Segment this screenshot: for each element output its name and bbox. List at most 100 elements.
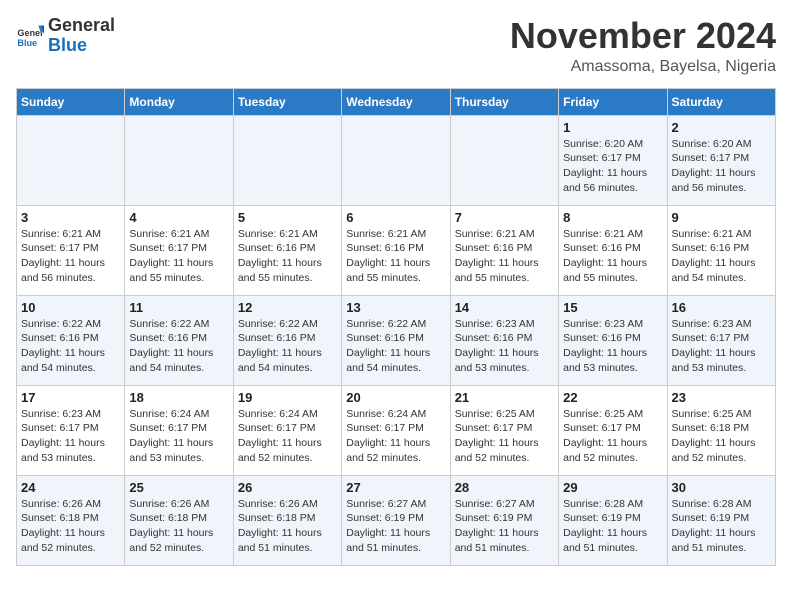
day-number: 26 [238,480,337,495]
day-info: Sunrise: 6:22 AM Sunset: 6:16 PM Dayligh… [21,317,120,376]
logo-icon: General Blue [16,22,44,50]
col-header-thursday: Thursday [450,88,558,115]
day-info: Sunrise: 6:25 AM Sunset: 6:17 PM Dayligh… [455,407,554,466]
day-info: Sunrise: 6:21 AM Sunset: 6:16 PM Dayligh… [672,227,771,286]
day-number: 19 [238,390,337,405]
col-header-tuesday: Tuesday [233,88,341,115]
calendar-table: SundayMondayTuesdayWednesdayThursdayFrid… [16,88,776,566]
calendar-cell: 9 Sunrise: 6:21 AM Sunset: 6:16 PM Daylig… [667,205,775,295]
calendar-cell: 19 Sunrise: 6:24 AM Sunset: 6:17 PM Dayli… [233,385,341,475]
calendar-cell: 7 Sunrise: 6:21 AM Sunset: 6:16 PM Daylig… [450,205,558,295]
day-info: Sunrise: 6:22 AM Sunset: 6:16 PM Dayligh… [238,317,337,376]
calendar-cell: 10 Sunrise: 6:22 AM Sunset: 6:16 PM Dayli… [17,295,125,385]
title-block: November 2024 Amassoma, Bayelsa, Nigeria [510,16,776,76]
day-number: 1 [563,120,662,135]
day-info: Sunrise: 6:21 AM Sunset: 6:17 PM Dayligh… [129,227,228,286]
calendar-cell: 25 Sunrise: 6:26 AM Sunset: 6:18 PM Dayli… [125,475,233,565]
day-info: Sunrise: 6:23 AM Sunset: 6:17 PM Dayligh… [672,317,771,376]
day-number: 22 [563,390,662,405]
day-info: Sunrise: 6:24 AM Sunset: 6:17 PM Dayligh… [346,407,445,466]
day-number: 3 [21,210,120,225]
day-number: 13 [346,300,445,315]
day-number: 8 [563,210,662,225]
calendar-cell: 6 Sunrise: 6:21 AM Sunset: 6:16 PM Daylig… [342,205,450,295]
day-number: 2 [672,120,771,135]
logo: General Blue General Blue [16,16,115,56]
calendar-cell [233,115,341,205]
day-info: Sunrise: 6:20 AM Sunset: 6:17 PM Dayligh… [672,137,771,196]
day-number: 7 [455,210,554,225]
day-number: 20 [346,390,445,405]
calendar-cell: 29 Sunrise: 6:28 AM Sunset: 6:19 PM Dayli… [559,475,667,565]
day-info: Sunrise: 6:26 AM Sunset: 6:18 PM Dayligh… [21,497,120,556]
day-info: Sunrise: 6:21 AM Sunset: 6:16 PM Dayligh… [455,227,554,286]
calendar-cell: 28Sunrise: 6:27 AM Sunset: 6:19 PM Dayli… [450,475,558,565]
day-number: 23 [672,390,771,405]
calendar-cell: 23Sunrise: 6:25 AM Sunset: 6:18 PM Dayli… [667,385,775,475]
day-number: 29 [563,480,662,495]
calendar-cell: 17 Sunrise: 6:23 AM Sunset: 6:17 PM Dayli… [17,385,125,475]
day-info: Sunrise: 6:21 AM Sunset: 6:16 PM Dayligh… [563,227,662,286]
calendar-cell: 21 Sunrise: 6:25 AM Sunset: 6:17 PM Dayli… [450,385,558,475]
day-number: 15 [563,300,662,315]
calendar-cell: 30Sunrise: 6:28 AM Sunset: 6:19 PM Dayli… [667,475,775,565]
calendar-cell: 3 Sunrise: 6:21 AM Sunset: 6:17 PM Daylig… [17,205,125,295]
day-info: Sunrise: 6:23 AM Sunset: 6:16 PM Dayligh… [455,317,554,376]
day-info: Sunrise: 6:28 AM Sunset: 6:19 PM Dayligh… [563,497,662,556]
day-info: Sunrise: 6:23 AM Sunset: 6:17 PM Dayligh… [21,407,120,466]
day-number: 10 [21,300,120,315]
day-info: Sunrise: 6:24 AM Sunset: 6:17 PM Dayligh… [238,407,337,466]
day-number: 4 [129,210,228,225]
day-number: 11 [129,300,228,315]
day-info: Sunrise: 6:25 AM Sunset: 6:17 PM Dayligh… [563,407,662,466]
calendar-cell: 2 Sunrise: 6:20 AM Sunset: 6:17 PM Daylig… [667,115,775,205]
calendar-cell [450,115,558,205]
day-number: 25 [129,480,228,495]
day-info: Sunrise: 6:22 AM Sunset: 6:16 PM Dayligh… [129,317,228,376]
calendar-cell: 15 Sunrise: 6:23 AM Sunset: 6:16 PM Dayli… [559,295,667,385]
calendar-cell: 18 Sunrise: 6:24 AM Sunset: 6:17 PM Dayli… [125,385,233,475]
calendar-week-row: 10 Sunrise: 6:22 AM Sunset: 6:16 PM Dayli… [17,295,776,385]
day-info: Sunrise: 6:22 AM Sunset: 6:16 PM Dayligh… [346,317,445,376]
page-header: General Blue General Blue November 2024 … [16,16,776,76]
calendar-cell: 12Sunrise: 6:22 AM Sunset: 6:16 PM Dayli… [233,295,341,385]
col-header-saturday: Saturday [667,88,775,115]
day-number: 24 [21,480,120,495]
calendar-cell: 16Sunrise: 6:23 AM Sunset: 6:17 PM Dayli… [667,295,775,385]
col-header-monday: Monday [125,88,233,115]
col-header-sunday: Sunday [17,88,125,115]
calendar-cell: 11 Sunrise: 6:22 AM Sunset: 6:16 PM Dayli… [125,295,233,385]
calendar-cell [342,115,450,205]
day-number: 9 [672,210,771,225]
col-header-wednesday: Wednesday [342,88,450,115]
calendar-cell: 26Sunrise: 6:26 AM Sunset: 6:18 PM Dayli… [233,475,341,565]
calendar-cell: 1Sunrise: 6:20 AM Sunset: 6:17 PM Daylig… [559,115,667,205]
day-number: 18 [129,390,228,405]
calendar-cell: 20 Sunrise: 6:24 AM Sunset: 6:17 PM Dayli… [342,385,450,475]
day-number: 21 [455,390,554,405]
day-info: Sunrise: 6:21 AM Sunset: 6:16 PM Dayligh… [346,227,445,286]
day-info: Sunrise: 6:21 AM Sunset: 6:17 PM Dayligh… [21,227,120,286]
location: Amassoma, Bayelsa, Nigeria [510,58,776,76]
day-number: 17 [21,390,120,405]
day-number: 14 [455,300,554,315]
logo-blue-text: Blue [48,35,87,55]
svg-text:Blue: Blue [17,38,37,48]
day-number: 5 [238,210,337,225]
calendar-cell: 13 Sunrise: 6:22 AM Sunset: 6:16 PM Dayli… [342,295,450,385]
calendar-cell: 24 Sunrise: 6:26 AM Sunset: 6:18 PM Dayli… [17,475,125,565]
col-header-friday: Friday [559,88,667,115]
day-number: 6 [346,210,445,225]
day-info: Sunrise: 6:24 AM Sunset: 6:17 PM Dayligh… [129,407,228,466]
calendar-cell [17,115,125,205]
calendar-week-row: 17 Sunrise: 6:23 AM Sunset: 6:17 PM Dayli… [17,385,776,475]
calendar-cell: 4 Sunrise: 6:21 AM Sunset: 6:17 PM Daylig… [125,205,233,295]
calendar-cell: 27Sunrise: 6:27 AM Sunset: 6:19 PM Dayli… [342,475,450,565]
calendar-week-row: 24 Sunrise: 6:26 AM Sunset: 6:18 PM Dayli… [17,475,776,565]
day-info: Sunrise: 6:26 AM Sunset: 6:18 PM Dayligh… [129,497,228,556]
calendar-header-row: SundayMondayTuesdayWednesdayThursdayFrid… [17,88,776,115]
day-info: Sunrise: 6:23 AM Sunset: 6:16 PM Dayligh… [563,317,662,376]
calendar-cell: 8 Sunrise: 6:21 AM Sunset: 6:16 PM Daylig… [559,205,667,295]
calendar-week-row: 3 Sunrise: 6:21 AM Sunset: 6:17 PM Daylig… [17,205,776,295]
day-number: 28 [455,480,554,495]
